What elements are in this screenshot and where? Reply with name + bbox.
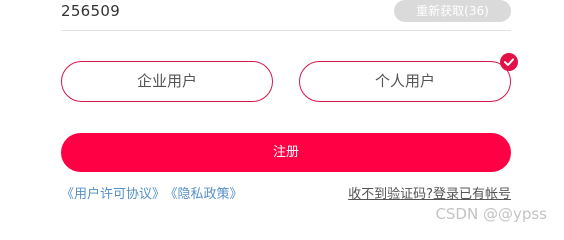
resend-code-button[interactable]: 重新获取(36) [394,0,511,22]
personal-user-label: 个人用户 [374,72,435,90]
agreement-links: 《用户许可协议》 《隐私政策》 [61,185,243,205]
verification-code-row: 256509 重新获取(36) [61,0,511,31]
license-agreement-link[interactable]: 《用户许可协议》 [61,187,165,202]
privacy-policy-link[interactable]: 《隐私政策》 [171,187,243,202]
login-existing-account-link[interactable]: 登录已有帐号 [433,187,511,202]
checkmark-icon [500,53,518,71]
csdn-watermark: CSDN @@ypss [435,205,547,223]
enterprise-user-label: 企业用户 [136,72,197,90]
account-links: 收不到验证码?登录已有帐号 [348,185,511,205]
personal-user-option[interactable]: 个人用户 [299,53,518,102]
no-code-received-link[interactable]: 收不到验证码? [348,187,433,202]
register-form: 256509 重新获取(36) 企业用户 个人用户 注册 《用户许可协议》 《隐私… [0,0,564,235]
enterprise-user-option[interactable]: 企业用户 [61,61,273,102]
verification-code-input[interactable]: 256509 [61,0,120,22]
register-button[interactable]: 注册 [61,133,511,172]
